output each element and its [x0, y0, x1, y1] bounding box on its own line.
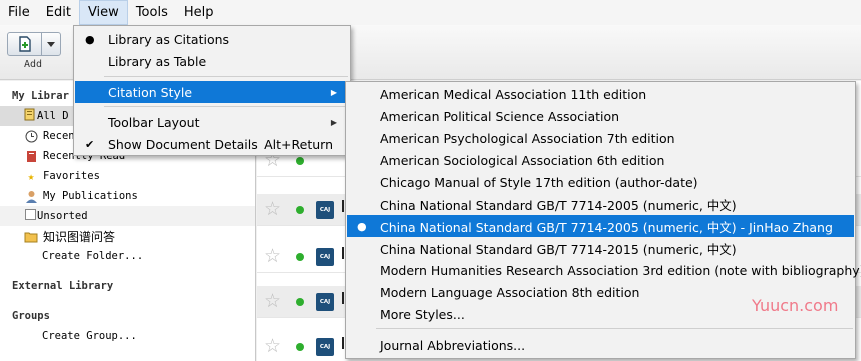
favorite-star-icon[interactable]: ☆	[264, 335, 281, 357]
style-item[interactable]: American Sociological Association 6th ed…	[347, 149, 854, 171]
style-item-label: American Political Science Association	[380, 108, 620, 124]
favorite-star-icon[interactable]: ☆	[264, 198, 281, 220]
style-item-label: More Styles...	[380, 306, 465, 322]
style-item-label: American Medical Association 11th editio…	[380, 86, 647, 102]
create-folder-link[interactable]: Create Folder...	[42, 246, 143, 266]
style-item-label: American Psychological Association 7th e…	[380, 130, 675, 146]
style-item-label: Modern Language Association 8th edition	[380, 284, 640, 300]
add-document-icon[interactable]	[8, 33, 42, 55]
read-status-dot	[296, 206, 304, 214]
menu-item-label: Toolbar Layout	[108, 114, 200, 130]
menu-item-label: Library as Table	[108, 53, 207, 69]
menu-separator	[376, 328, 853, 329]
person-icon	[24, 189, 38, 203]
folder-icon	[24, 229, 38, 243]
menu-item-label: Show Document Details	[108, 136, 258, 152]
add-button[interactable]	[7, 32, 61, 56]
menu-tools[interactable]: Tools	[128, 0, 176, 25]
menu-help[interactable]: Help	[176, 0, 222, 25]
sidebar-item-folder[interactable]: 知识图谱问答	[24, 226, 115, 246]
sidebar-item-label: 知识图谱问答	[43, 229, 116, 244]
favorite-star-icon[interactable]: ☆	[264, 290, 281, 312]
menu-edit[interactable]: Edit	[38, 0, 79, 25]
view-menu-dropdown: ● Library as Citations Library as Table …	[73, 25, 351, 156]
selected-bullet-icon: ●	[85, 32, 95, 46]
sidebar-item-label: All D	[37, 110, 69, 122]
style-item-selected[interactable]: ● China National Standard GB/T 7714-2005…	[347, 215, 854, 237]
sidebar-item-label: Unsorted	[37, 210, 88, 222]
menu-item-label: Citation Style	[108, 84, 193, 100]
menu-item-library-as-citations[interactable]: ● Library as Citations	[75, 28, 349, 50]
menu-item-citation-style[interactable]: Citation Style ▶	[75, 81, 349, 103]
sidebar-item-my-publications[interactable]: My Publications	[24, 186, 138, 206]
sidebar-item-label: Favorites	[43, 170, 100, 182]
style-item-label: China National Standard GB/T 7714-2005 (…	[380, 197, 737, 213]
style-item-label: Chicago Manual of Style 17th edition (au…	[380, 174, 698, 190]
create-group-link[interactable]: Create Group...	[42, 326, 137, 346]
menu-item-label: Library as Citations	[108, 31, 230, 47]
selected-bullet-icon: ●	[357, 219, 367, 233]
style-item-label: Modern Humanities Research Association 3…	[380, 262, 861, 278]
menu-item-toolbar-layout[interactable]: Toolbar Layout ▶	[75, 111, 349, 133]
column-divider	[342, 292, 344, 304]
column-divider	[342, 247, 344, 259]
style-item-label: Journal Abbreviations...	[380, 337, 526, 353]
read-status-dot	[296, 343, 304, 351]
groups-heading: Groups	[12, 310, 50, 322]
my-library-heading: My Librar	[12, 90, 69, 102]
submenu-arrow-icon: ▶	[330, 117, 337, 127]
shortcut-label: Alt+Return	[264, 136, 333, 152]
sidebar-item-unsorted[interactable]: Unsorted	[0, 206, 255, 226]
book-icon	[24, 149, 38, 163]
read-status-dot	[296, 298, 304, 306]
add-dropdown-arrow-icon[interactable]	[42, 33, 60, 55]
menu-file[interactable]: File	[0, 0, 38, 25]
caj-file-icon: CAJ	[316, 293, 334, 311]
style-item[interactable]: Modern Humanities Research Association 3…	[347, 259, 861, 281]
read-status-dot	[296, 157, 304, 165]
add-label: Add	[24, 59, 43, 70]
checkmark-icon: ✔	[85, 137, 95, 151]
documents-icon	[24, 108, 37, 124]
style-item-label: China National Standard GB/T 7714-2015 (…	[380, 241, 737, 257]
caj-file-icon: CAJ	[316, 201, 334, 219]
style-item[interactable]: China National Standard GB/T 7714-2005 (…	[347, 193, 854, 215]
sidebar-item-label: Recen	[43, 130, 75, 142]
menu-separator	[104, 76, 348, 77]
watermark: Yuucn.com	[752, 296, 839, 315]
style-item[interactable]: American Psychological Association 7th e…	[347, 127, 854, 149]
clock-icon	[24, 129, 38, 143]
favorite-star-icon[interactable]: ☆	[264, 245, 281, 267]
sidebar-item-label: My Publications	[43, 190, 138, 202]
read-status-dot	[296, 253, 304, 261]
style-item-label: China National Standard GB/T 7714-2005 (…	[380, 219, 833, 235]
citation-style-submenu: American Medical Association 11th editio…	[345, 81, 861, 359]
menu-item-library-as-table[interactable]: Library as Table	[75, 50, 349, 72]
sidebar-item-favorites[interactable]: ★ Favorites	[24, 166, 100, 186]
column-divider	[342, 337, 344, 349]
submenu-arrow-icon: ▶	[330, 87, 337, 97]
menu-item-show-document-details[interactable]: ✔ Show Document Details Alt+Return	[75, 133, 349, 155]
journal-abbreviations-item[interactable]: Journal Abbreviations...	[347, 334, 854, 356]
style-item[interactable]: China National Standard GB/T 7714-2015 (…	[347, 237, 854, 259]
column-divider	[342, 200, 344, 212]
style-item[interactable]: Chicago Manual of Style 17th edition (au…	[347, 171, 854, 193]
menu-separator	[104, 106, 348, 107]
caj-file-icon: CAJ	[316, 338, 334, 356]
style-item[interactable]: American Political Science Association	[347, 105, 854, 127]
unsorted-icon	[24, 208, 37, 224]
sidebar-item-recently-added[interactable]: Recen	[24, 126, 75, 146]
menu-bar: File Edit View Tools Help	[0, 0, 861, 25]
external-library-heading: External Library	[12, 280, 114, 292]
menu-view[interactable]: View	[78, 0, 128, 25]
style-item-label: American Sociological Association 6th ed…	[380, 152, 665, 168]
caj-file-icon: CAJ	[316, 248, 334, 266]
star-icon: ★	[27, 169, 35, 183]
style-item[interactable]: American Medical Association 11th editio…	[347, 83, 854, 105]
